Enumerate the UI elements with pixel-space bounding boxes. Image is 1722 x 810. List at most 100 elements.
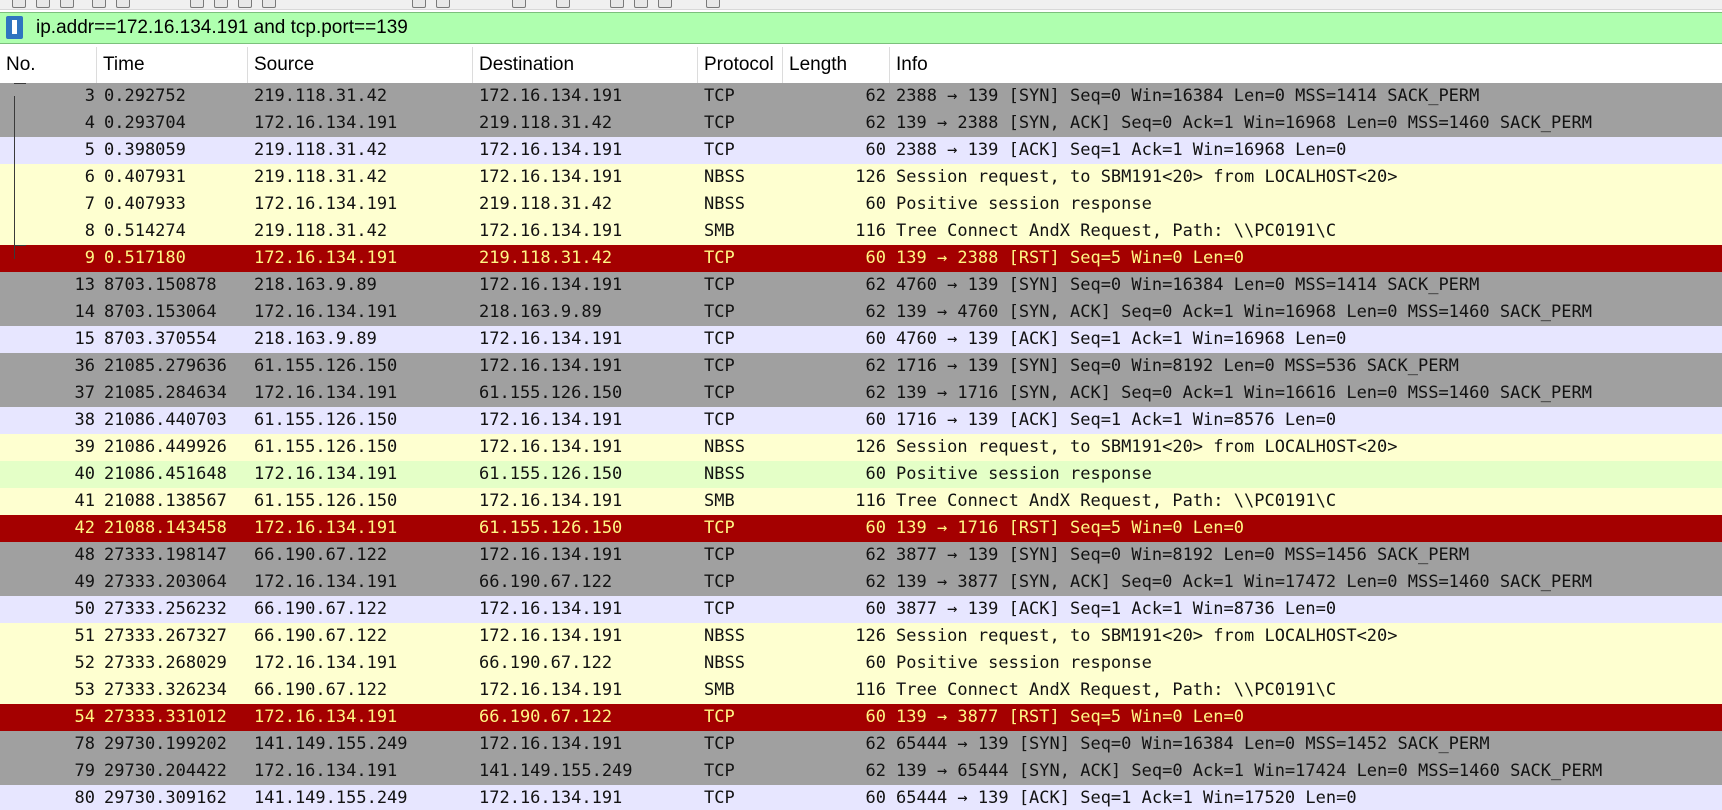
cell-no: 7 bbox=[84, 194, 95, 214]
cell-info: 139 → 1716 [SYN, ACK] Seq=0 Ack=1 Win=16… bbox=[896, 383, 1592, 403]
packet-row[interactable]: 39 21086.449926 61.155.126.150 172.16.134.1… bbox=[0, 434, 1722, 461]
column-header-time[interactable]: Time bbox=[97, 47, 248, 83]
cell-info: Tree Connect AndX Request, Path: \\PC019… bbox=[896, 680, 1337, 700]
packet-row[interactable]: 54 27333.331012 172.16.134.191 66.190.67.12… bbox=[0, 704, 1722, 731]
cell-no: 53 bbox=[74, 680, 95, 700]
cell-source: 141.149.155.249 bbox=[254, 734, 408, 754]
cell-length: 60 bbox=[865, 194, 886, 214]
packet-row[interactable]: 48 27333.198147 66.190.67.122 172.16.134.19… bbox=[0, 542, 1722, 569]
packet-row[interactable]: 37 21085.284634 172.16.134.191 61.155.126.1… bbox=[0, 380, 1722, 407]
cell-protocol: TCP bbox=[704, 113, 735, 133]
toolbar-icon[interactable] bbox=[238, 0, 252, 8]
cell-no: 52 bbox=[74, 653, 95, 673]
cell-destination: 172.16.134.191 bbox=[479, 167, 623, 187]
cell-protocol: TCP bbox=[704, 518, 735, 538]
cell-destination: 172.16.134.191 bbox=[479, 356, 623, 376]
display-filter-input[interactable] bbox=[36, 15, 1696, 41]
toolbar-icon[interactable] bbox=[412, 0, 426, 8]
packet-row[interactable]: 51 27333.267327 66.190.67.122 172.16.134.19… bbox=[0, 623, 1722, 650]
column-header-protocol[interactable]: Protocol bbox=[698, 47, 783, 83]
toolbar-icon[interactable] bbox=[214, 0, 228, 8]
toolbar-icon[interactable] bbox=[512, 0, 526, 8]
cell-destination: 172.16.134.191 bbox=[479, 626, 623, 646]
column-header-source[interactable]: Source bbox=[248, 47, 473, 83]
packet-row[interactable]: 5 0.398059 219.118.31.42 172.16.134.191 TCP 6… bbox=[0, 137, 1722, 164]
toolbar-icon[interactable] bbox=[556, 0, 570, 8]
toolbar-icon[interactable] bbox=[190, 0, 204, 8]
packet-row[interactable]: 41 21088.138567 61.155.126.150 172.16.134.1… bbox=[0, 488, 1722, 515]
packet-row[interactable]: 38 21086.440703 61.155.126.150 172.16.134.1… bbox=[0, 407, 1722, 434]
toolbar-icon[interactable] bbox=[60, 0, 74, 8]
cell-no: 8 bbox=[84, 221, 95, 241]
toolbar-icon[interactable] bbox=[436, 0, 450, 8]
cell-info: Positive session response bbox=[896, 464, 1152, 484]
cell-time: 0.398059 bbox=[104, 140, 186, 160]
column-header-destination[interactable]: Destination bbox=[473, 47, 698, 83]
cell-time: 8703.370554 bbox=[104, 329, 217, 349]
cell-protocol: SMB bbox=[704, 221, 735, 241]
cell-destination: 172.16.134.191 bbox=[479, 437, 623, 457]
cell-destination: 172.16.134.191 bbox=[479, 86, 623, 106]
cell-source: 61.155.126.150 bbox=[254, 356, 398, 376]
cell-time: 27333.198147 bbox=[104, 545, 227, 565]
cell-no: 54 bbox=[74, 707, 95, 727]
packet-row[interactable]: 9 0.517180 172.16.134.191 219.118.31.42 TCP 6… bbox=[0, 245, 1722, 272]
packet-row[interactable]: 78 29730.199202 141.149.155.249 172.16.134.… bbox=[0, 731, 1722, 758]
packet-row[interactable]: 52 27333.268029 172.16.134.191 66.190.67.12… bbox=[0, 650, 1722, 677]
packet-row[interactable]: 80 29730.309162 141.149.155.249 172.16.134.… bbox=[0, 785, 1722, 810]
packet-row[interactable]: 42 21088.143458 172.16.134.191 61.155.126.1… bbox=[0, 515, 1722, 542]
cell-destination: 172.16.134.191 bbox=[479, 734, 623, 754]
packet-row[interactable]: 6 0.407931 219.118.31.42 172.16.134.191 NBSS… bbox=[0, 164, 1722, 191]
toolbar-icon[interactable] bbox=[610, 0, 624, 8]
packet-row[interactable]: 49 27333.203064 172.16.134.191 66.190.67.12… bbox=[0, 569, 1722, 596]
cell-time: 0.407931 bbox=[104, 167, 186, 187]
packet-row[interactable]: 4 0.293704 172.16.134.191 219.118.31.42 TCP 6… bbox=[0, 110, 1722, 137]
cell-destination: 61.155.126.150 bbox=[479, 464, 623, 484]
packet-row[interactable]: 50 27333.256232 66.190.67.122 172.16.134.19… bbox=[0, 596, 1722, 623]
packet-row[interactable]: 36 21085.279636 61.155.126.150 172.16.134.1… bbox=[0, 353, 1722, 380]
packet-row[interactable]: 3 0.292752 219.118.31.42 172.16.134.191 TCP 6… bbox=[0, 83, 1722, 111]
cell-length: 60 bbox=[865, 248, 886, 268]
cell-info: 65444 → 139 [ACK] Seq=1 Ack=1 Win=17520 … bbox=[896, 788, 1357, 808]
cell-source: 172.16.134.191 bbox=[254, 518, 398, 538]
packet-row[interactable]: 15 8703.370554 218.163.9.89 172.16.134.191 T… bbox=[0, 326, 1722, 353]
cell-info: 139 → 65444 [SYN, ACK] Seq=0 Ack=1 Win=1… bbox=[896, 761, 1603, 781]
toolbar-icon[interactable] bbox=[92, 0, 106, 8]
packet-row[interactable]: 13 8703.150878 218.163.9.89 172.16.134.191 T… bbox=[0, 272, 1722, 299]
toolbar-icon[interactable] bbox=[658, 0, 672, 8]
toolbar-icon[interactable] bbox=[36, 0, 50, 8]
cell-length: 62 bbox=[865, 302, 886, 322]
packet-row[interactable]: 8 0.514274 219.118.31.42 172.16.134.191 SMB 1… bbox=[0, 218, 1722, 245]
packet-row[interactable]: 7 0.407933 172.16.134.191 219.118.31.42 NBSS… bbox=[0, 191, 1722, 218]
cell-no: 50 bbox=[74, 599, 95, 619]
cell-destination: 66.190.67.122 bbox=[479, 707, 613, 727]
cell-info: Tree Connect AndX Request, Path: \\PC019… bbox=[896, 221, 1337, 241]
cell-length: 62 bbox=[865, 734, 886, 754]
column-header-info[interactable]: Info bbox=[890, 47, 1722, 83]
filter-bookmark-icon[interactable] bbox=[6, 16, 23, 39]
toolbar-icon[interactable] bbox=[262, 0, 276, 8]
packet-row[interactable]: 53 27333.326234 66.190.67.122 172.16.134.19… bbox=[0, 677, 1722, 704]
toolbar-icon[interactable] bbox=[12, 0, 26, 8]
toolbar-icon[interactable] bbox=[634, 0, 648, 8]
toolbar-icon[interactable] bbox=[116, 0, 130, 8]
cell-info: Session request, to SBM191<20> from LOCA… bbox=[896, 626, 1398, 646]
cell-protocol: TCP bbox=[704, 788, 735, 808]
main-toolbar bbox=[0, 0, 1722, 10]
cell-protocol: SMB bbox=[704, 491, 735, 511]
cell-protocol: TCP bbox=[704, 356, 735, 376]
packet-row[interactable]: 40 21086.451648 172.16.134.191 61.155.126.1… bbox=[0, 461, 1722, 488]
packet-row[interactable]: 79 29730.204422 172.16.134.191 141.149.155.… bbox=[0, 758, 1722, 785]
toolbar-icon[interactable] bbox=[706, 0, 720, 8]
cell-info: 2388 → 139 [ACK] Seq=1 Ack=1 Win=16968 L… bbox=[896, 140, 1347, 160]
cell-destination: 219.118.31.42 bbox=[479, 113, 613, 133]
packet-list[interactable]: 3 0.292752 219.118.31.42 172.16.134.191 TCP 6… bbox=[0, 83, 1722, 810]
cell-info: Positive session response bbox=[896, 653, 1152, 673]
cell-time: 21086.449926 bbox=[104, 437, 227, 457]
packet-row[interactable]: 14 8703.153064 172.16.134.191 218.163.9.89 T… bbox=[0, 299, 1722, 326]
column-header-length[interactable]: Length bbox=[783, 47, 890, 83]
cell-source: 172.16.134.191 bbox=[254, 113, 398, 133]
display-filter-bar bbox=[0, 12, 1722, 44]
cell-source: 141.149.155.249 bbox=[254, 788, 408, 808]
column-header-no[interactable]: No. bbox=[0, 47, 97, 83]
